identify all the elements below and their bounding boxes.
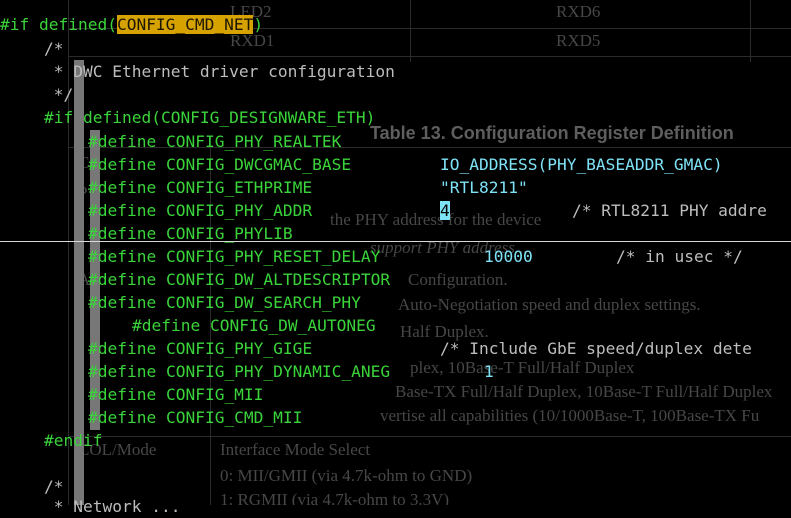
code-value[interactable]: 1 [484,360,494,383]
code-line[interactable]: #if defined(CONFIG_CMD_NET) [0,13,263,36]
code-line[interactable]: #if defined(CONFIG_DESIGNWARE_ETH) [44,106,375,129]
code-comment[interactable]: /* in usec */ [616,245,743,268]
code-line[interactable]: #define CONFIG_PHY_ADDR [88,199,312,222]
code-token: #if defined( [0,15,117,34]
search-match: CONFIG_CMD_NET [116,15,254,34]
code-editor[interactable]: #if defined(CONFIG_CMD_NET) /* * DWC Eth… [0,0,791,516]
code-line[interactable]: #define CONFIG_DWCGMAC_BASE [88,153,351,176]
code-line[interactable]: #endif [44,429,102,452]
code-line[interactable]: #define CONFIG_ETHPRIME [88,176,312,199]
code-value[interactable]: 10000 [484,245,533,268]
code-line[interactable]: #define CONFIG_CMD_MII [88,406,302,429]
code-line[interactable]: #define CONFIG_DW_ALTDESCRIPTOR [88,268,390,291]
code-line[interactable]: /* [44,37,64,60]
code-line[interactable]: * DWC Ethernet driver configuration [44,60,395,83]
code-line[interactable]: #define CONFIG_PHY_GIGE [88,337,312,360]
code-line[interactable]: #define CONFIG_DW_SEARCH_PHY [88,291,361,314]
code-line[interactable]: #define CONFIG_PHY_DYNAMIC_ANEG [88,360,390,383]
text-cursor: 4 [440,201,450,220]
code-value[interactable]: IO_ADDRESS(PHY_BASEADDR_GMAC) [440,153,723,176]
code-line[interactable]: #define CONFIG_MII [88,383,263,406]
code-comment[interactable]: /* RTL8211 PHY addre [572,199,767,222]
code-value[interactable]: "RTL8211" [440,176,528,199]
code-line[interactable]: #define CONFIG_PHY_RESET_DELAY [88,245,380,268]
code-value[interactable]: 4 [440,199,450,222]
code-token: ) [253,15,264,34]
code-line[interactable]: #define CONFIG_PHY_REALTEK [88,130,341,153]
code-line[interactable]: */ [44,83,74,106]
code-comment[interactable]: /* Include GbE speed/duplex dete [440,337,752,360]
horizontal-rule [0,241,791,242]
code-line[interactable]: * Network ... [44,495,181,518]
code-line[interactable]: #define CONFIG_DW_AUTONEG [132,314,376,337]
